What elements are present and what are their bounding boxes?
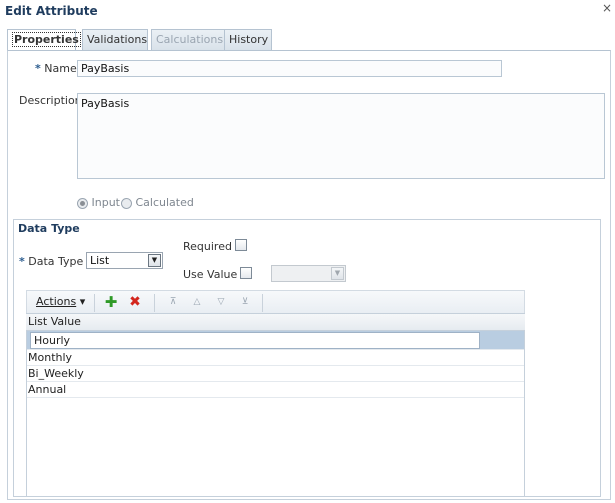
table-row[interactable]: Monthly <box>27 350 524 366</box>
add-icon[interactable]: ✚ <box>103 294 119 310</box>
name-label-text: Name <box>44 62 77 75</box>
actions-menu[interactable]: Actions ▾ <box>36 295 85 308</box>
tab-calculations: Calculations <box>151 29 228 50</box>
radio-input-icon <box>77 197 88 209</box>
move-bottom-icon[interactable]: ⊻ <box>237 294 253 310</box>
required-marker: * <box>35 62 41 75</box>
radio-calculated-icon <box>121 197 132 209</box>
close-icon[interactable]: × <box>602 1 612 15</box>
list-value-cell-input[interactable]: Hourly <box>30 332 480 349</box>
name-label: * Name <box>35 62 77 75</box>
use-value-checkbox[interactable] <box>240 267 252 279</box>
use-value-select: ▼ <box>271 265 346 282</box>
list-value-column-header[interactable]: List Value <box>26 314 525 331</box>
tab-properties-label: Properties <box>12 32 81 47</box>
tab-history[interactable]: History <box>224 29 272 50</box>
name-field[interactable]: PayBasis <box>77 60 502 77</box>
required-label: Required <box>183 240 232 253</box>
data-type-value: List <box>90 254 110 267</box>
chevron-down-icon: ▼ <box>331 267 344 280</box>
data-type-label-text: Data Type <box>28 255 84 268</box>
tab-properties[interactable]: Properties <box>7 29 81 51</box>
radio-input[interactable]: Input <box>77 196 120 209</box>
toolbar-divider <box>154 294 155 312</box>
delete-icon[interactable]: ✖ <box>127 294 143 310</box>
data-type-title: Data Type <box>18 222 80 235</box>
table-row[interactable]: Annual <box>27 382 524 398</box>
required-checkbox[interactable] <box>235 239 247 251</box>
description-field[interactable]: PayBasis <box>77 93 605 179</box>
toolbar-divider <box>262 294 263 312</box>
actions-label: Actions <box>36 295 77 308</box>
chevron-down-icon: ▾ <box>79 295 86 308</box>
move-up-icon[interactable]: △ <box>189 294 205 310</box>
toolbar-divider <box>94 294 95 312</box>
required-marker: * <box>19 255 25 268</box>
dialog-title: Edit Attribute <box>5 4 98 18</box>
table-row[interactable]: Hourly <box>27 331 524 350</box>
move-down-icon[interactable]: ▽ <box>213 294 229 310</box>
list-toolbar: Actions ▾ ✚ ✖ ⊼ △ ▽ ⊻ <box>26 290 525 314</box>
data-type-label: * Data Type <box>19 255 83 268</box>
radio-calculated[interactable]: Calculated <box>121 196 194 209</box>
radio-input-label: Input <box>91 196 120 209</box>
use-value-label: Use Value <box>183 268 238 281</box>
description-label: Description <box>19 94 82 107</box>
move-top-icon[interactable]: ⊼ <box>165 294 181 310</box>
radio-calculated-label: Calculated <box>135 196 194 209</box>
table-row[interactable]: Bi_Weekly <box>27 366 524 382</box>
data-type-select[interactable]: List ▼ <box>86 252 163 269</box>
tab-validations[interactable]: Validations <box>82 29 148 50</box>
chevron-down-icon: ▼ <box>148 254 161 267</box>
